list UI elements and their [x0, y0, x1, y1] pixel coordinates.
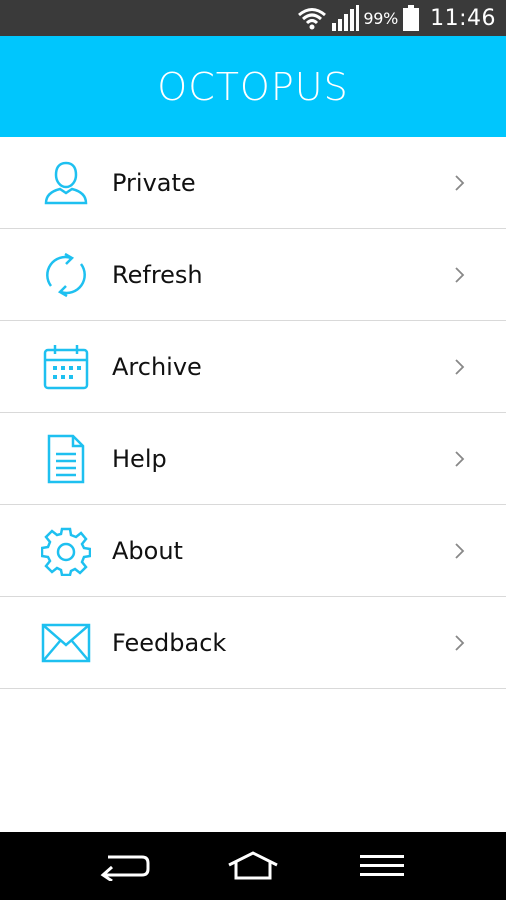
- menu-item-label: Archive: [112, 352, 202, 381]
- chevron-right-icon: [455, 542, 465, 559]
- calendar-icon: [40, 341, 92, 393]
- app-title: OCTOPUS: [157, 64, 349, 109]
- app-bar: OCTOPUS: [0, 36, 506, 137]
- menu-item-private[interactable]: Private: [0, 137, 506, 229]
- menu-item-label: Refresh: [112, 260, 203, 289]
- menu-list: Private Refresh Archive Help About Feedb…: [0, 137, 506, 689]
- user-icon: [40, 157, 92, 209]
- refresh-icon: [40, 249, 92, 301]
- menu-item-label: About: [112, 536, 183, 565]
- menu-item-feedback[interactable]: Feedback: [0, 597, 506, 689]
- signal-icon: [332, 5, 360, 31]
- battery-percent: 99%: [363, 8, 399, 28]
- chevron-right-icon: [455, 450, 465, 467]
- chevron-right-icon: [455, 634, 465, 651]
- home-button[interactable]: [225, 846, 281, 886]
- navigation-bar: [0, 832, 506, 900]
- menu-item-label: Help: [112, 444, 167, 473]
- menu-icon: [359, 855, 404, 876]
- menu-item-about[interactable]: About: [0, 505, 506, 597]
- back-button[interactable]: [96, 846, 152, 886]
- menu-item-label: Private: [112, 168, 196, 197]
- menu-item-label: Feedback: [112, 628, 227, 657]
- menu-item-archive[interactable]: Archive: [0, 321, 506, 413]
- back-icon: [100, 855, 150, 881]
- envelope-icon: [40, 617, 92, 669]
- home-icon: [228, 851, 278, 880]
- status-bar: 99% 11:46: [0, 0, 506, 36]
- menu-item-help[interactable]: Help: [0, 413, 506, 505]
- menu-button[interactable]: [354, 846, 410, 886]
- chevron-right-icon: [455, 266, 465, 283]
- menu-item-refresh[interactable]: Refresh: [0, 229, 506, 321]
- chevron-right-icon: [455, 358, 465, 375]
- wifi-icon: [298, 8, 327, 30]
- status-time: 11:46: [430, 5, 496, 31]
- battery-icon: [403, 5, 420, 31]
- document-icon: [40, 433, 92, 485]
- chevron-right-icon: [455, 174, 465, 191]
- gear-icon: [40, 525, 92, 577]
